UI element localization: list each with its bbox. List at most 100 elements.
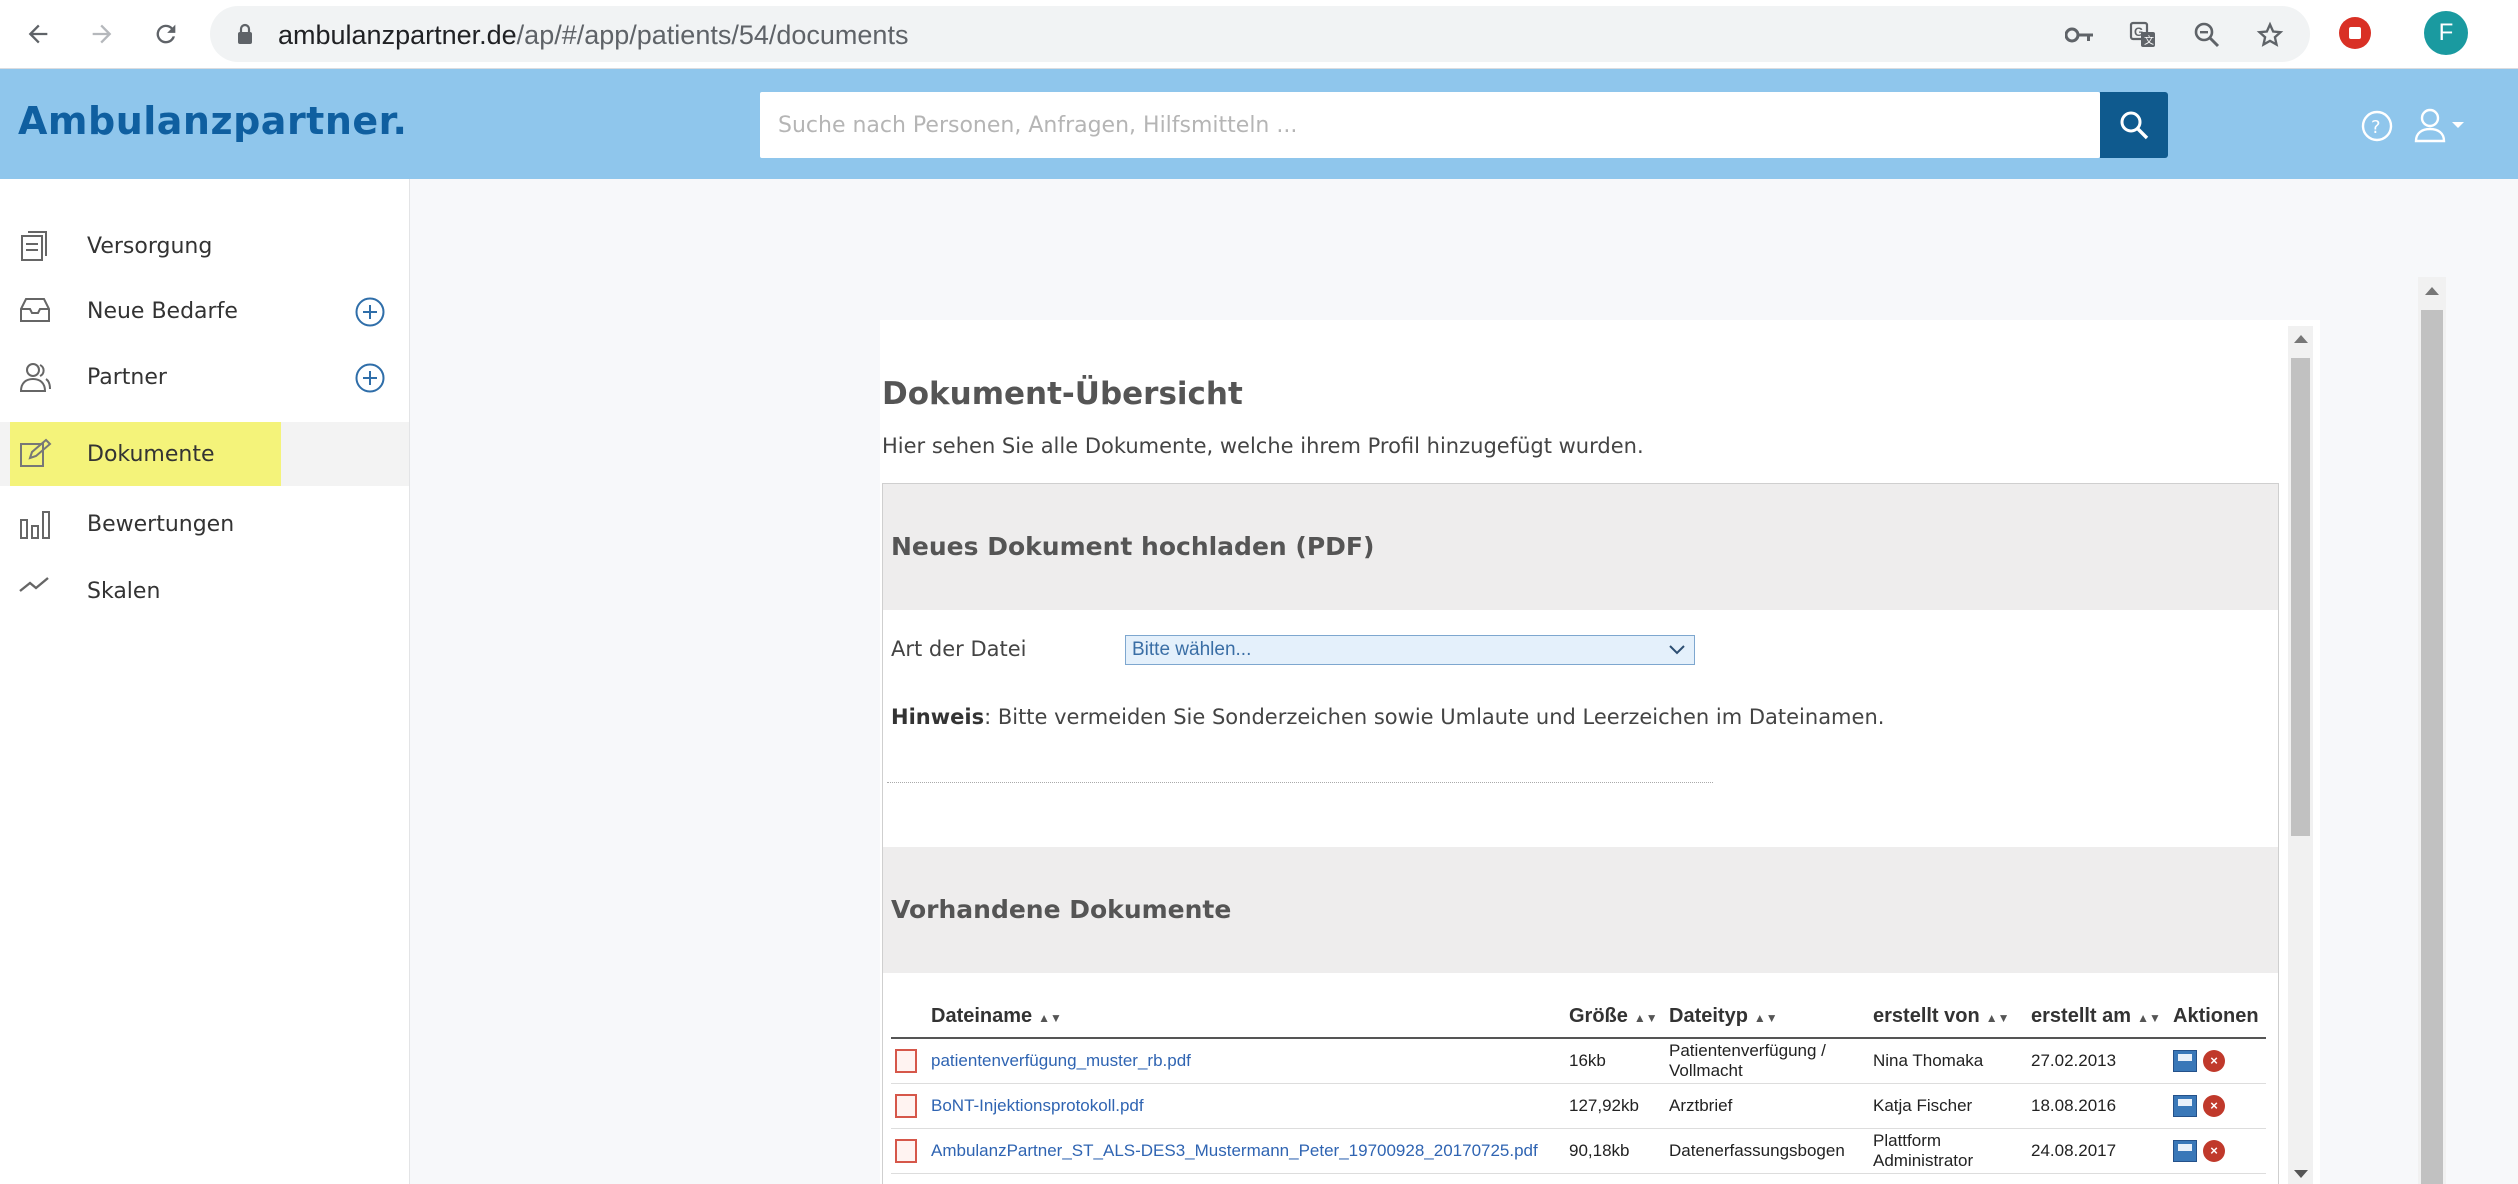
forward-icon[interactable]: [82, 14, 122, 54]
sidebar-item-versorgung[interactable]: Versorgung: [0, 214, 409, 278]
download-icon[interactable]: [2173, 1094, 2197, 1117]
upload-section-header: Neues Dokument hochladen (PDF): [883, 484, 2278, 610]
document-size: 16kb: [1565, 1038, 1665, 1084]
sidebar-item-label: Partner: [87, 364, 167, 390]
search-icon: [2120, 111, 2149, 140]
page-subtitle: Hier sehen Sie alle Dokumente, welche ih…: [882, 434, 1644, 458]
delete-icon[interactable]: ×: [2203, 1139, 2225, 1162]
svg-text:?: ?: [2371, 117, 2381, 138]
download-icon[interactable]: [2173, 1139, 2197, 1162]
pdf-file-icon: [895, 1138, 917, 1163]
add-bedarf-icon[interactable]: [354, 296, 386, 332]
column-header-groesse[interactable]: Größe ▲▼: [1565, 996, 1665, 1039]
table-row: patientenverfügung_muster_rb.pdf 16kb Pa…: [891, 1038, 2266, 1084]
logo[interactable]: Ambulanzpartner.: [18, 99, 407, 143]
outer-scrollbar[interactable]: [2418, 277, 2446, 1184]
search-button[interactable]: [2100, 92, 2168, 158]
file-type-label: Art der Datei: [891, 637, 1027, 661]
bar-chart-icon: [18, 508, 54, 542]
sidebar-item-bewertungen[interactable]: Bewertungen: [0, 492, 409, 556]
documents-panel: Neues Dokument hochladen (PDF) Art der D…: [882, 483, 2279, 1184]
user-menu[interactable]: [2413, 107, 2465, 143]
pdf-file-icon: [895, 1048, 917, 1073]
delete-icon[interactable]: ×: [2203, 1094, 2225, 1117]
sidebar-item-label: Versorgung: [87, 233, 213, 259]
scroll-up-arrow[interactable]: [2293, 335, 2308, 343]
search-input[interactable]: [760, 92, 2100, 158]
column-label: Dateiname: [931, 1005, 1033, 1027]
icon-column-header: [891, 996, 927, 1039]
document-created-at: 18.08.2016: [2027, 1083, 2169, 1129]
column-header-dateityp[interactable]: Dateityp ▲▼: [1665, 996, 1869, 1039]
inbox-icon: [18, 295, 54, 329]
hint-label: Hinweis: [891, 705, 985, 729]
download-icon[interactable]: [2173, 1049, 2197, 1072]
zoom-icon[interactable]: [2190, 18, 2224, 52]
document-created-by: Katja Fischer: [1869, 1083, 2027, 1129]
existing-heading: Vorhandene Dokumente: [891, 895, 1232, 924]
translate-icon[interactable]: G文: [2126, 18, 2160, 52]
chevron-down-icon: [1669, 645, 1685, 655]
sort-icon: ▲▼: [1633, 1011, 1658, 1025]
document-link[interactable]: patientenverfügung_muster_rb.pdf: [927, 1038, 1565, 1084]
trend-icon: [18, 575, 54, 609]
existing-section-header: Vorhandene Dokumente: [883, 847, 2278, 973]
help-icon[interactable]: ?: [2360, 109, 2394, 147]
table-header-row: Dateiname ▲▼ Größe ▲▼ Dateityp ▲▼ erstellt …: [891, 996, 2266, 1039]
table-row: BoNT-Injektionsprotokoll.pdf 127,92kb Ar…: [891, 1083, 2266, 1129]
column-label: erstellt von: [1873, 1005, 1980, 1027]
delete-icon[interactable]: ×: [2203, 1049, 2225, 1072]
document-size: 90,18kb: [1565, 1128, 1665, 1174]
sidebar-item-dokumente[interactable]: Dokumente: [0, 422, 409, 486]
sidebar-item-neue-bedarfe[interactable]: Neue Bedarfe: [0, 279, 409, 343]
documents-frame: Dokument-Übersicht Hier sehen Sie alle D…: [880, 320, 2320, 1184]
file-type-select[interactable]: Bitte wählen...: [1125, 635, 1695, 665]
star-icon[interactable]: [2253, 18, 2287, 52]
column-label: Dateityp: [1669, 1005, 1748, 1027]
hint-text: : Bitte vermeiden Sie Sonderzeichen sowi…: [984, 705, 1885, 729]
document-type: Arztbrief: [1665, 1083, 1869, 1129]
edit-icon: [18, 438, 54, 472]
scroll-down-arrow[interactable]: [2293, 1170, 2308, 1178]
sidebar-item-label: Skalen: [87, 578, 161, 604]
inner-scrollbar[interactable]: [2288, 326, 2313, 1184]
sidebar-item-label: Bewertungen: [87, 511, 235, 537]
browser-toolbar: ambulanzpartner.de/ap/#/app/patients/54/…: [0, 0, 2518, 69]
caret-down-icon: [2452, 122, 2464, 128]
sidebar-item-label: Neue Bedarfe: [87, 298, 238, 324]
document-link[interactable]: AmbulanzPartner_ST_ALS-DES3_Mustermann_P…: [927, 1128, 1565, 1174]
document-created-at: 27.02.2013: [2027, 1038, 2169, 1084]
extension-stop-icon[interactable]: [2339, 17, 2371, 49]
column-label: erstellt am: [2031, 1005, 2132, 1027]
sidebar: Versorgung Neue Bedarfe Partner Dokument…: [0, 179, 410, 1184]
add-partner-icon[interactable]: [354, 362, 386, 398]
url-text[interactable]: ambulanzpartner.de/ap/#/app/patients/54/…: [278, 20, 908, 51]
clipboard-icon: [18, 230, 54, 264]
scroll-thumb[interactable]: [2291, 358, 2310, 836]
document-created-by: Nina Thomaka: [1869, 1038, 2027, 1084]
sort-icon: ▲▼: [1985, 1011, 2010, 1025]
address-bar[interactable]: ambulanzpartner.de/ap/#/app/patients/54/…: [210, 6, 2310, 62]
document-type: Datenerfassungsbogen: [1665, 1128, 1869, 1174]
column-header-dateiname[interactable]: Dateiname ▲▼: [927, 996, 1565, 1039]
sidebar-item-partner[interactable]: Partner: [0, 345, 409, 409]
profile-avatar[interactable]: F: [2424, 11, 2468, 55]
scroll-up-arrow[interactable]: [2425, 287, 2439, 295]
column-header-aktionen: Aktionen: [2169, 996, 2266, 1039]
column-header-erstellt-von[interactable]: erstellt von ▲▼: [1869, 996, 2027, 1039]
divider: [887, 782, 1713, 783]
sidebar-item-skalen[interactable]: Skalen: [0, 559, 409, 623]
reload-icon[interactable]: [146, 14, 186, 54]
back-icon[interactable]: [18, 14, 58, 54]
lock-icon[interactable]: [236, 23, 254, 49]
file-type-value: Bitte wählen...: [1132, 639, 1252, 660]
document-created-by: Plattform Administrator: [1869, 1128, 2027, 1174]
scroll-thumb[interactable]: [2421, 310, 2443, 1184]
key-icon[interactable]: [2063, 18, 2097, 52]
column-header-erstellt-am[interactable]: erstellt am ▲▼: [2027, 996, 2169, 1039]
upload-heading: Neues Dokument hochladen (PDF): [891, 532, 1375, 561]
url-host: ambulanzpartner.de: [278, 20, 517, 50]
column-label: Größe: [1569, 1005, 1628, 1027]
people-icon: [18, 361, 54, 395]
document-link[interactable]: BoNT-Injektionsprotokoll.pdf: [927, 1083, 1565, 1129]
